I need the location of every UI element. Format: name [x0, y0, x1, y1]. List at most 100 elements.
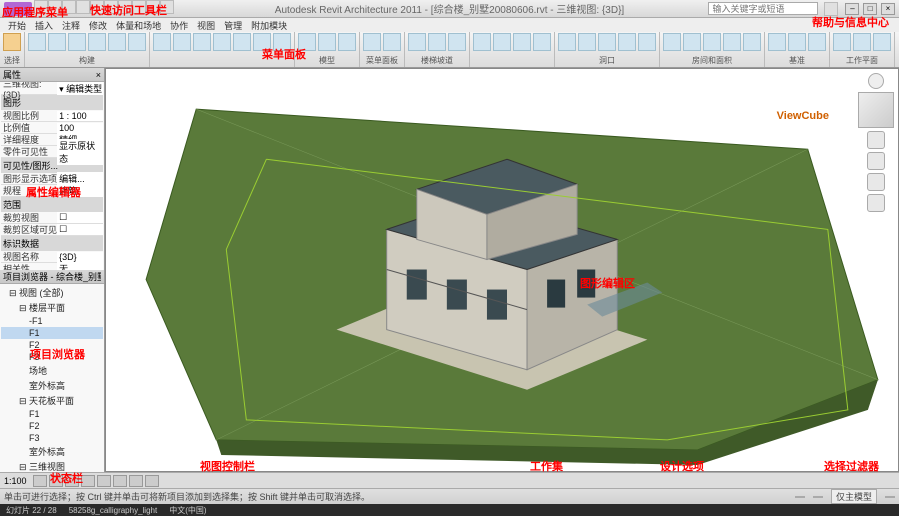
ribbon-button[interactable]: [558, 33, 576, 51]
ribbon-button[interactable]: [618, 33, 636, 51]
ribbon-button[interactable]: [873, 33, 891, 51]
tree-item[interactable]: 室外标高: [1, 444, 103, 459]
ribbon-button[interactable]: [853, 33, 871, 51]
maximize-button[interactable]: □: [863, 3, 877, 15]
ribbon-button[interactable]: [68, 33, 86, 51]
ribbon-tab[interactable]: 管理: [220, 19, 246, 32]
pan-icon[interactable]: [867, 152, 885, 170]
scale-label[interactable]: 1:100: [4, 476, 27, 486]
ribbon-button[interactable]: [28, 33, 46, 51]
ribbon-button[interactable]: [473, 33, 491, 51]
ribbon-button[interactable]: [703, 33, 721, 51]
ribbon-tab[interactable]: 附加模块: [247, 19, 291, 32]
ribbon-button[interactable]: [448, 33, 466, 51]
ribbon-tab[interactable]: 体量和场地: [112, 19, 165, 32]
qat-button[interactable]: [62, 0, 76, 14]
prop-group-header[interactable]: 范围: [1, 197, 103, 212]
ribbon-button[interactable]: [743, 33, 761, 51]
ribbon-button[interactable]: [213, 33, 231, 51]
ribbon-button[interactable]: [833, 33, 851, 51]
ribbon-button[interactable]: [808, 33, 826, 51]
ribbon-tab[interactable]: 注释: [58, 19, 84, 32]
ribbon-button[interactable]: [298, 33, 316, 51]
qat-button[interactable]: [160, 0, 174, 14]
tree-item[interactable]: ⊟ 楼层平面: [1, 300, 103, 315]
ribbon-button[interactable]: [598, 33, 616, 51]
ribbon-tab[interactable]: 开始: [4, 19, 30, 32]
ribbon-button[interactable]: [318, 33, 336, 51]
design-opt-button[interactable]: [813, 496, 823, 498]
ribbon-button[interactable]: [723, 33, 741, 51]
tree-item[interactable]: -F1: [1, 315, 103, 327]
tree-item[interactable]: F1: [1, 408, 103, 420]
ribbon-button[interactable]: [578, 33, 596, 51]
qat-button[interactable]: [76, 0, 90, 14]
view-control-button[interactable]: [65, 475, 79, 487]
tree-item[interactable]: F3: [1, 351, 103, 363]
tree-item[interactable]: ⊟ 视图 (全部): [1, 285, 103, 300]
close-button[interactable]: ×: [881, 3, 895, 15]
tree-item[interactable]: ⊟ 天花板平面: [1, 393, 103, 408]
ribbon-button[interactable]: [663, 33, 681, 51]
qat-button[interactable]: [34, 0, 48, 14]
ribbon-button[interactable]: [153, 33, 171, 51]
prop-row[interactable]: 裁剪区域可见☐: [1, 224, 103, 236]
properties-header[interactable]: 属性 ×: [0, 68, 104, 82]
view-control-button[interactable]: [33, 475, 47, 487]
ribbon-button[interactable]: [173, 33, 191, 51]
ribbon-button[interactable]: [408, 33, 426, 51]
search-input[interactable]: [708, 2, 818, 15]
ribbon-button[interactable]: [768, 33, 786, 51]
prop-row[interactable]: 规程建筑: [1, 185, 103, 197]
app-menu-button[interactable]: [4, 2, 32, 16]
tree-item[interactable]: F2: [1, 420, 103, 432]
tree-item[interactable]: 场地: [1, 363, 103, 378]
ribbon-button[interactable]: [3, 33, 21, 51]
ribbon-button[interactable]: [513, 33, 531, 51]
ribbon-button[interactable]: [383, 33, 401, 51]
tree-item[interactable]: 室外标高: [1, 378, 103, 393]
ribbon-button[interactable]: [48, 33, 66, 51]
ribbon-button[interactable]: [128, 33, 146, 51]
qat-button[interactable]: [90, 0, 104, 14]
ribbon-tab[interactable]: 修改: [85, 19, 111, 32]
ribbon-button[interactable]: [193, 33, 211, 51]
viewport[interactable]: [105, 68, 899, 472]
ribbon-button[interactable]: [683, 33, 701, 51]
tree-item[interactable]: F3: [1, 432, 103, 444]
ribbon-button[interactable]: [273, 33, 291, 51]
qat-button[interactable]: [132, 0, 146, 14]
ribbon-button[interactable]: [788, 33, 806, 51]
ribbon-button[interactable]: [638, 33, 656, 51]
view-control-button[interactable]: [113, 475, 127, 487]
ribbon-button[interactable]: [253, 33, 271, 51]
qat-button[interactable]: [48, 0, 62, 14]
ribbon-button[interactable]: [88, 33, 106, 51]
ribbon-tab[interactable]: 视图: [193, 19, 219, 32]
tree-item[interactable]: F1: [1, 327, 103, 339]
workset-button[interactable]: [795, 496, 805, 498]
view-control-button[interactable]: [49, 475, 63, 487]
ribbon-button[interactable]: [533, 33, 551, 51]
minimize-button[interactable]: –: [845, 3, 859, 15]
qat-button[interactable]: [146, 0, 160, 14]
close-icon[interactable]: ×: [96, 70, 101, 80]
steering-wheel-icon[interactable]: [867, 131, 885, 149]
view-control-button[interactable]: [129, 475, 143, 487]
prop-group-header[interactable]: 标识数据: [1, 236, 103, 251]
tree-item[interactable]: F2: [1, 339, 103, 351]
ribbon-tab[interactable]: 插入: [31, 19, 57, 32]
view-control-button[interactable]: [145, 475, 159, 487]
ribbon-tab[interactable]: 协作: [166, 19, 192, 32]
prop-row[interactable]: 相关性无: [1, 263, 103, 270]
ribbon-button[interactable]: [428, 33, 446, 51]
tree-item[interactable]: ⊟ 三维视图: [1, 459, 103, 472]
viewcube[interactable]: [858, 92, 894, 128]
help-icon[interactable]: [824, 2, 838, 16]
ribbon-button[interactable]: [108, 33, 126, 51]
browser-header[interactable]: 项目浏览器 - 综合楼_别墅20080606.rvt: [0, 270, 104, 284]
filter-button[interactable]: [885, 496, 895, 498]
view-control-button[interactable]: [81, 475, 95, 487]
ribbon-button[interactable]: [233, 33, 251, 51]
orbit-icon[interactable]: [867, 194, 885, 212]
